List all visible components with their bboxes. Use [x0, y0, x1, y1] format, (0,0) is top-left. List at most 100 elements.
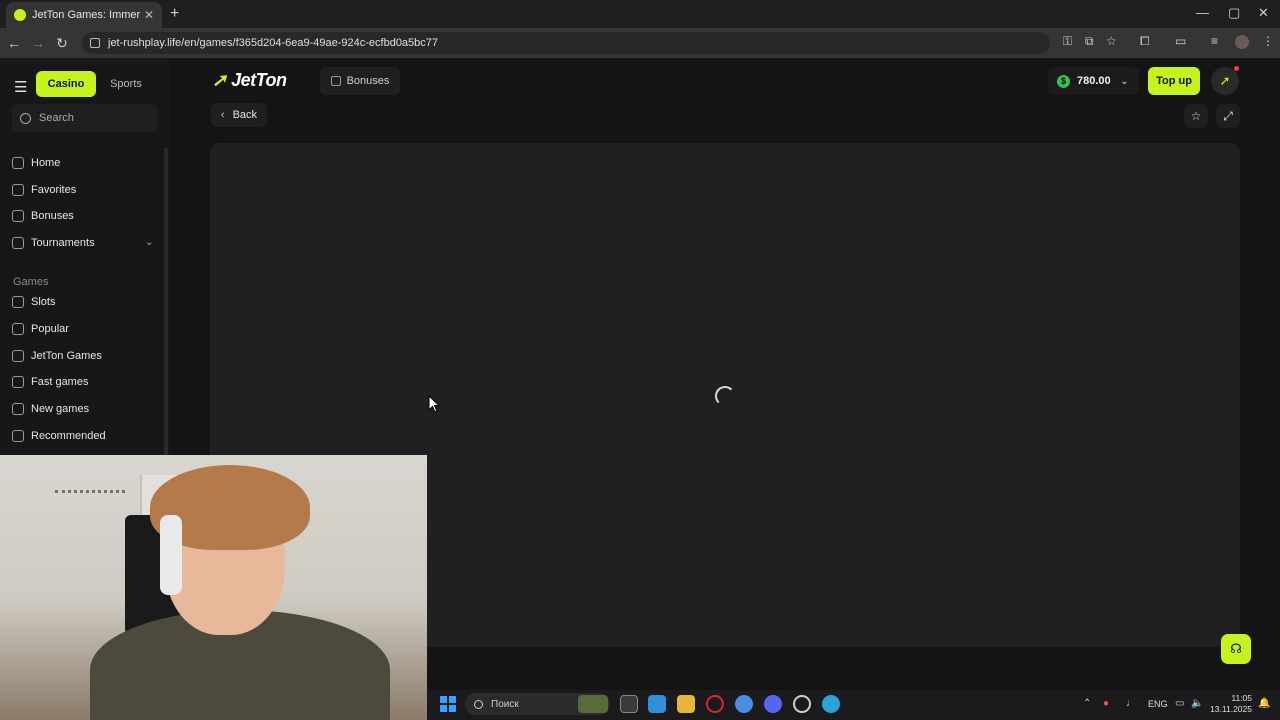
sidebar-item-favorites[interactable]: Favorites	[12, 179, 158, 201]
new-badge-icon	[12, 403, 24, 415]
notepad-icon[interactable]	[648, 695, 666, 713]
sports-tab[interactable]: Sports	[100, 71, 152, 97]
media-icon[interactable]: ≡	[1211, 34, 1218, 48]
casino-tab[interactable]: Casino	[36, 71, 96, 97]
volume-icon[interactable]: 🔈	[1191, 698, 1203, 709]
sidebar-item-label: Recommended	[31, 430, 106, 442]
search-placeholder: Search	[39, 112, 74, 124]
favorite-button[interactable]: ☆	[1184, 104, 1208, 128]
sidebar-item-slots[interactable]: Slots	[12, 291, 158, 313]
sidebar-item-new-games[interactable]: New games	[12, 398, 158, 420]
browser-tab[interactable]: JetTon Games: Immerse yourse ✕	[6, 2, 162, 28]
chevron-down-icon[interactable]: ⌄	[145, 237, 153, 248]
close-tab-icon[interactable]: ✕	[144, 8, 154, 22]
network-icon[interactable]: ▭	[1175, 698, 1184, 709]
sidebar-item-label: Fast games	[31, 376, 89, 388]
jet-icon	[12, 350, 24, 362]
loading-spinner-icon	[715, 386, 735, 406]
sidebar-scrollbar[interactable]	[164, 148, 168, 458]
key-icon[interactable]: ⚿	[1063, 34, 1072, 49]
tray-chevron-up-icon[interactable]: ⌃	[1083, 698, 1091, 709]
chrome-icon[interactable]	[735, 695, 753, 713]
search-icon	[474, 699, 483, 709]
discord-icon[interactable]	[764, 695, 782, 713]
webcam-overlay	[0, 455, 427, 720]
fullscreen-button[interactable]: ⤢	[1216, 104, 1240, 128]
question-icon	[12, 430, 24, 442]
balance-dropdown[interactable]: $ 780.00 ⌄	[1048, 67, 1139, 95]
sidebar-item-label: Tournaments	[31, 237, 95, 249]
telegram-icon[interactable]	[822, 695, 840, 713]
search-input[interactable]: Search	[12, 104, 158, 132]
hamburger-icon[interactable]: ☰	[14, 78, 27, 96]
sidebar-item-label: New games	[31, 403, 90, 415]
maximize-button[interactable]: ▢	[1228, 5, 1240, 21]
new-tab-button[interactable]: +	[170, 5, 179, 23]
tab-title: JetTon Games: Immerse yourse	[32, 9, 140, 21]
wall-hooks	[55, 483, 125, 493]
sidepanel-icon[interactable]: ▭	[1175, 34, 1186, 48]
support-chat-button[interactable]: ☊	[1221, 634, 1251, 664]
lightning-icon	[12, 376, 24, 388]
task-view-icon[interactable]	[620, 695, 638, 713]
sidebar-item-label: JetTon Games	[31, 350, 102, 362]
minimize-button[interactable]: —	[1196, 5, 1209, 20]
site-info-icon[interactable]	[90, 38, 100, 48]
forward-arrow-icon[interactable]: →	[26, 35, 50, 51]
user-avatar[interactable]: ➚	[1211, 67, 1239, 95]
trophy-icon	[12, 237, 24, 249]
reload-icon[interactable]: ↻	[50, 35, 74, 52]
sidebar-item-fast-games[interactable]: Fast games	[12, 371, 158, 393]
home-icon	[12, 157, 24, 169]
sidebar-item-recommended[interactable]: Recommended	[12, 425, 158, 447]
browser-tab-bar	[0, 0, 1280, 28]
sidebar-item-label: Popular	[31, 323, 69, 335]
url-text: jet-rushplay.life/en/games/f365d204-6ea9…	[108, 37, 439, 49]
bookmark-star-icon[interactable]: ☆	[1106, 34, 1117, 48]
tray-app-icon[interactable]: ●	[1103, 698, 1109, 709]
star-icon: ☆	[1190, 109, 1202, 123]
taskbar-search-label: Поиск	[491, 698, 519, 710]
chevron-left-icon: ‹	[220, 109, 225, 121]
chevron-down-icon: ⌄	[1120, 75, 1129, 86]
language-indicator[interactable]: ENG	[1148, 699, 1168, 709]
logo-text: JetTon	[231, 70, 287, 90]
menu-dots-icon[interactable]: ⋮	[1262, 34, 1274, 48]
games-section-header: Games	[13, 276, 49, 288]
site-logo[interactable]: ➚ JetTon	[212, 70, 287, 91]
search-icon	[20, 112, 31, 124]
profile-avatar[interactable]	[1235, 35, 1249, 49]
clock-time: 11:05	[1231, 693, 1252, 703]
sidebar-item-home[interactable]: Home	[12, 152, 158, 174]
balance-value: 780.00	[1077, 75, 1111, 87]
dollar-icon: $	[1057, 74, 1070, 88]
opera-icon[interactable]	[706, 695, 724, 713]
system-clock[interactable]: 11:05 13.11.2025	[1208, 693, 1252, 715]
install-icon[interactable]: ⧉	[1085, 34, 1094, 49]
star-icon	[12, 184, 24, 196]
notifications-icon[interactable]: 🔔	[1258, 698, 1270, 709]
site-favicon	[14, 9, 26, 21]
sidebar-item-jetton-games[interactable]: JetTon Games	[12, 345, 158, 367]
sidebar-item-bonuses[interactable]: Bonuses	[12, 205, 158, 227]
gift-icon	[12, 210, 24, 222]
bonuses-label: Bonuses	[346, 75, 390, 87]
file-explorer-icon[interactable]	[677, 695, 695, 713]
sidebar-item-tournaments[interactable]: Tournaments	[12, 232, 158, 254]
windows-start-icon[interactable]	[440, 696, 456, 712]
back-button[interactable]: ‹ Back	[211, 103, 267, 127]
widget-icon[interactable]	[578, 695, 608, 713]
back-arrow-icon[interactable]: ←	[2, 35, 26, 51]
top-up-button[interactable]: Top up	[1148, 67, 1200, 95]
microphone-icon[interactable]: ♩	[1126, 698, 1136, 709]
close-window-button[interactable]: ✕	[1258, 5, 1269, 21]
bonuses-button[interactable]: Bonuses	[320, 67, 400, 95]
headset-icon: ☊	[1230, 641, 1242, 656]
sidebar-item-label: Favorites	[31, 184, 77, 196]
expand-icon: ⤢	[1223, 108, 1233, 123]
sidebar-item-popular[interactable]: Popular	[12, 318, 158, 340]
gift-icon	[330, 76, 341, 86]
extensions-icon[interactable]: ⧠	[1140, 34, 1150, 49]
url-field[interactable]: jet-rushplay.life/en/games/f365d204-6ea9…	[82, 32, 1050, 54]
steam-icon[interactable]	[793, 695, 811, 713]
